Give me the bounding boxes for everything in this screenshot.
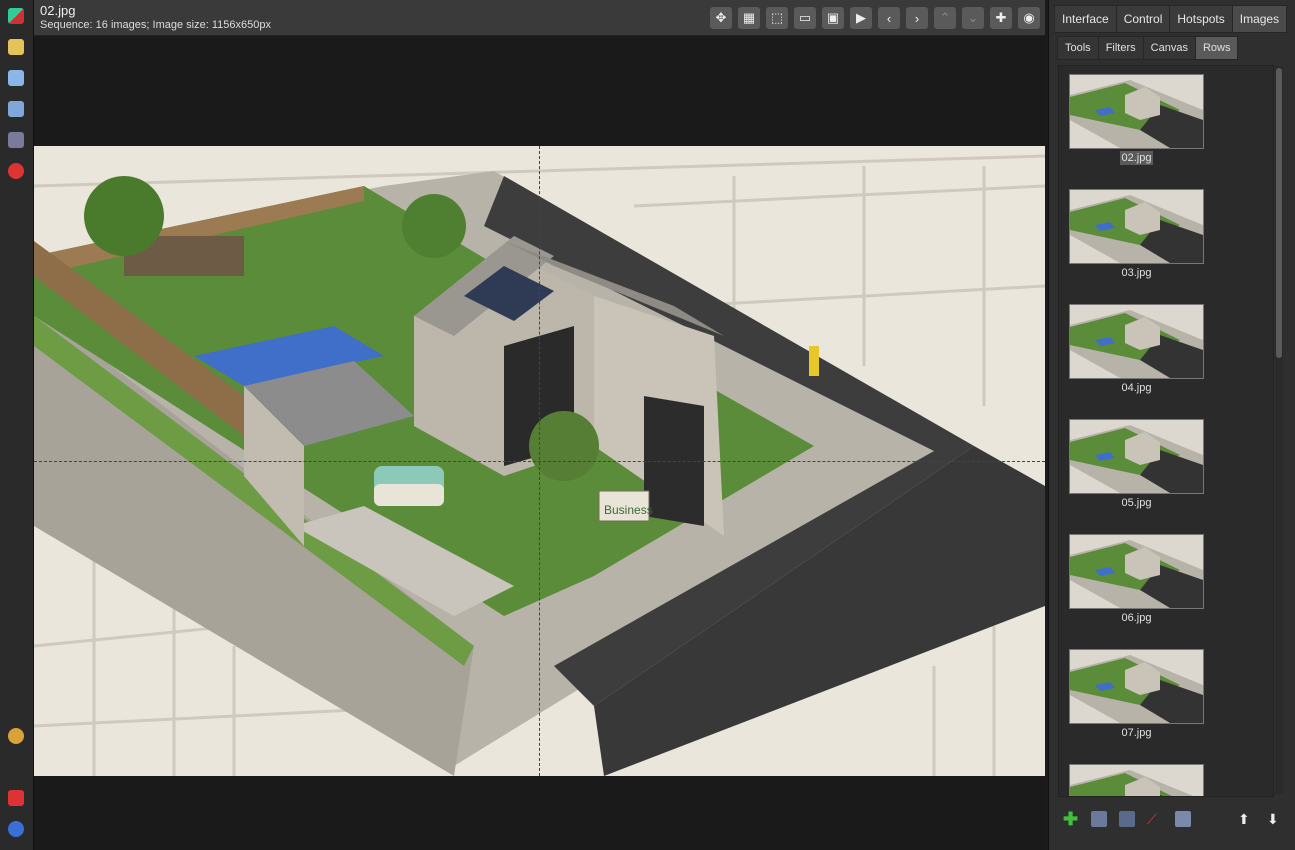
move-up-icon[interactable]: ⬆	[1238, 811, 1254, 827]
rows-action-bar: ✚ ⟋ ⬆ ⬇	[1058, 805, 1288, 835]
thumbnail-scrollbar[interactable]	[1275, 66, 1283, 794]
thumbnail-item[interactable]: 06.jpg	[1069, 534, 1204, 624]
scrollbar-thumb[interactable]	[1276, 68, 1282, 358]
thumbnail-item[interactable]: 07.jpg	[1069, 649, 1204, 739]
subtab-rows[interactable]: Rows	[1194, 36, 1239, 60]
add-row-icon[interactable]: ✚	[1063, 810, 1079, 828]
select-icon[interactable]: ⬚	[766, 7, 788, 29]
house-render-image: Business	[34, 146, 1045, 776]
right-panel: Interface Control Hotspots Images Tools Filt…	[1048, 0, 1295, 850]
subtab-tools[interactable]: Tools	[1057, 36, 1099, 60]
thumbnail-image[interactable]	[1069, 419, 1204, 494]
thumbnail-image[interactable]	[1069, 649, 1204, 724]
thumbnail-label: 07.jpg	[1121, 727, 1152, 739]
badge-icon[interactable]	[8, 728, 24, 744]
play-icon[interactable]: ▶	[850, 7, 872, 29]
svg-text:Business: Business	[604, 503, 653, 517]
info-icon[interactable]	[8, 821, 24, 837]
viewer-toolbar: ✥ ▦ ⬚ ▭ ▣ ▶ ‹ › ⌃ ⌄ ✚ ◉	[710, 7, 1040, 29]
thumbnail-image[interactable]	[1069, 74, 1204, 149]
add-icon[interactable]: ✚	[990, 7, 1012, 29]
sub-tabs: Tools Filters Canvas Rows	[1057, 36, 1239, 60]
viewer-header: 02.jpg Sequence: 16 images; Image size: …	[34, 0, 1045, 36]
thumbnail-item[interactable]: 04.jpg	[1069, 304, 1204, 394]
open-folder-icon[interactable]	[8, 39, 24, 55]
next-icon[interactable]: ›	[906, 7, 928, 29]
tab-hotspots[interactable]: Hotspots	[1169, 5, 1233, 33]
record-icon[interactable]: ◉	[1018, 7, 1040, 29]
thumbnail-label: 05.jpg	[1121, 497, 1152, 509]
duplicate-icon[interactable]	[1175, 811, 1191, 827]
image-canvas[interactable]: Business	[34, 36, 1045, 850]
up-icon[interactable]: ⌃	[934, 7, 956, 29]
prev-icon[interactable]: ‹	[878, 7, 900, 29]
subtab-canvas[interactable]: Canvas	[1142, 36, 1196, 60]
image-title: 02.jpg	[40, 3, 76, 18]
tab-control[interactable]: Control	[1115, 5, 1171, 33]
import-icon[interactable]	[8, 70, 24, 86]
tab-images[interactable]: Images	[1231, 5, 1288, 33]
thumbnail-item[interactable]	[1069, 764, 1204, 796]
replace-image-icon[interactable]	[1119, 811, 1135, 827]
thumbnail-image[interactable]	[1069, 534, 1204, 609]
left-toolbar	[0, 0, 34, 850]
save-icon[interactable]	[8, 101, 24, 117]
thumbnail-item[interactable]: 03.jpg	[1069, 189, 1204, 279]
grid-icon[interactable]: ▦	[738, 7, 760, 29]
subtab-filters[interactable]: Filters	[1097, 36, 1144, 60]
thumbnail-label: 02.jpg	[1119, 151, 1154, 165]
down-icon[interactable]: ⌄	[962, 7, 984, 29]
insert-image-icon[interactable]	[1091, 811, 1107, 827]
thumbnail-label: 06.jpg	[1121, 612, 1152, 624]
thumbnail-item[interactable]: 02.jpg	[1069, 74, 1204, 165]
save-as-icon[interactable]	[8, 132, 24, 148]
thumbnail-image[interactable]	[1069, 764, 1204, 796]
move-down-icon[interactable]: ⬇	[1267, 811, 1283, 827]
thumbnail-item[interactable]: 05.jpg	[1069, 419, 1204, 509]
thumbnail-label: 03.jpg	[1121, 267, 1152, 279]
sequence-info: Sequence: 16 images; Image size: 1156x65…	[40, 19, 271, 31]
thumbnail-image[interactable]	[1069, 189, 1204, 264]
delete-icon[interactable]: ⟋	[1147, 811, 1163, 827]
crosshair-vertical	[539, 146, 540, 776]
fit-width-icon[interactable]: ▭	[794, 7, 816, 29]
thumbnail-list[interactable]: 02.jpg 03.jpg 04.jpg 05.jpg 06.jpg 07.jpg	[1058, 65, 1274, 797]
move-icon[interactable]: ✥	[710, 7, 732, 29]
tab-interface[interactable]: Interface	[1054, 5, 1117, 33]
fit-screen-icon[interactable]: ▣	[822, 7, 844, 29]
app-logo-icon[interactable]	[8, 8, 24, 24]
thumbnail-label: 04.jpg	[1121, 382, 1152, 394]
main-tabs: Interface Control Hotspots Images	[1054, 5, 1288, 33]
pdf-icon[interactable]	[8, 790, 24, 806]
thumbnail-image[interactable]	[1069, 304, 1204, 379]
close-icon[interactable]	[8, 163, 24, 179]
